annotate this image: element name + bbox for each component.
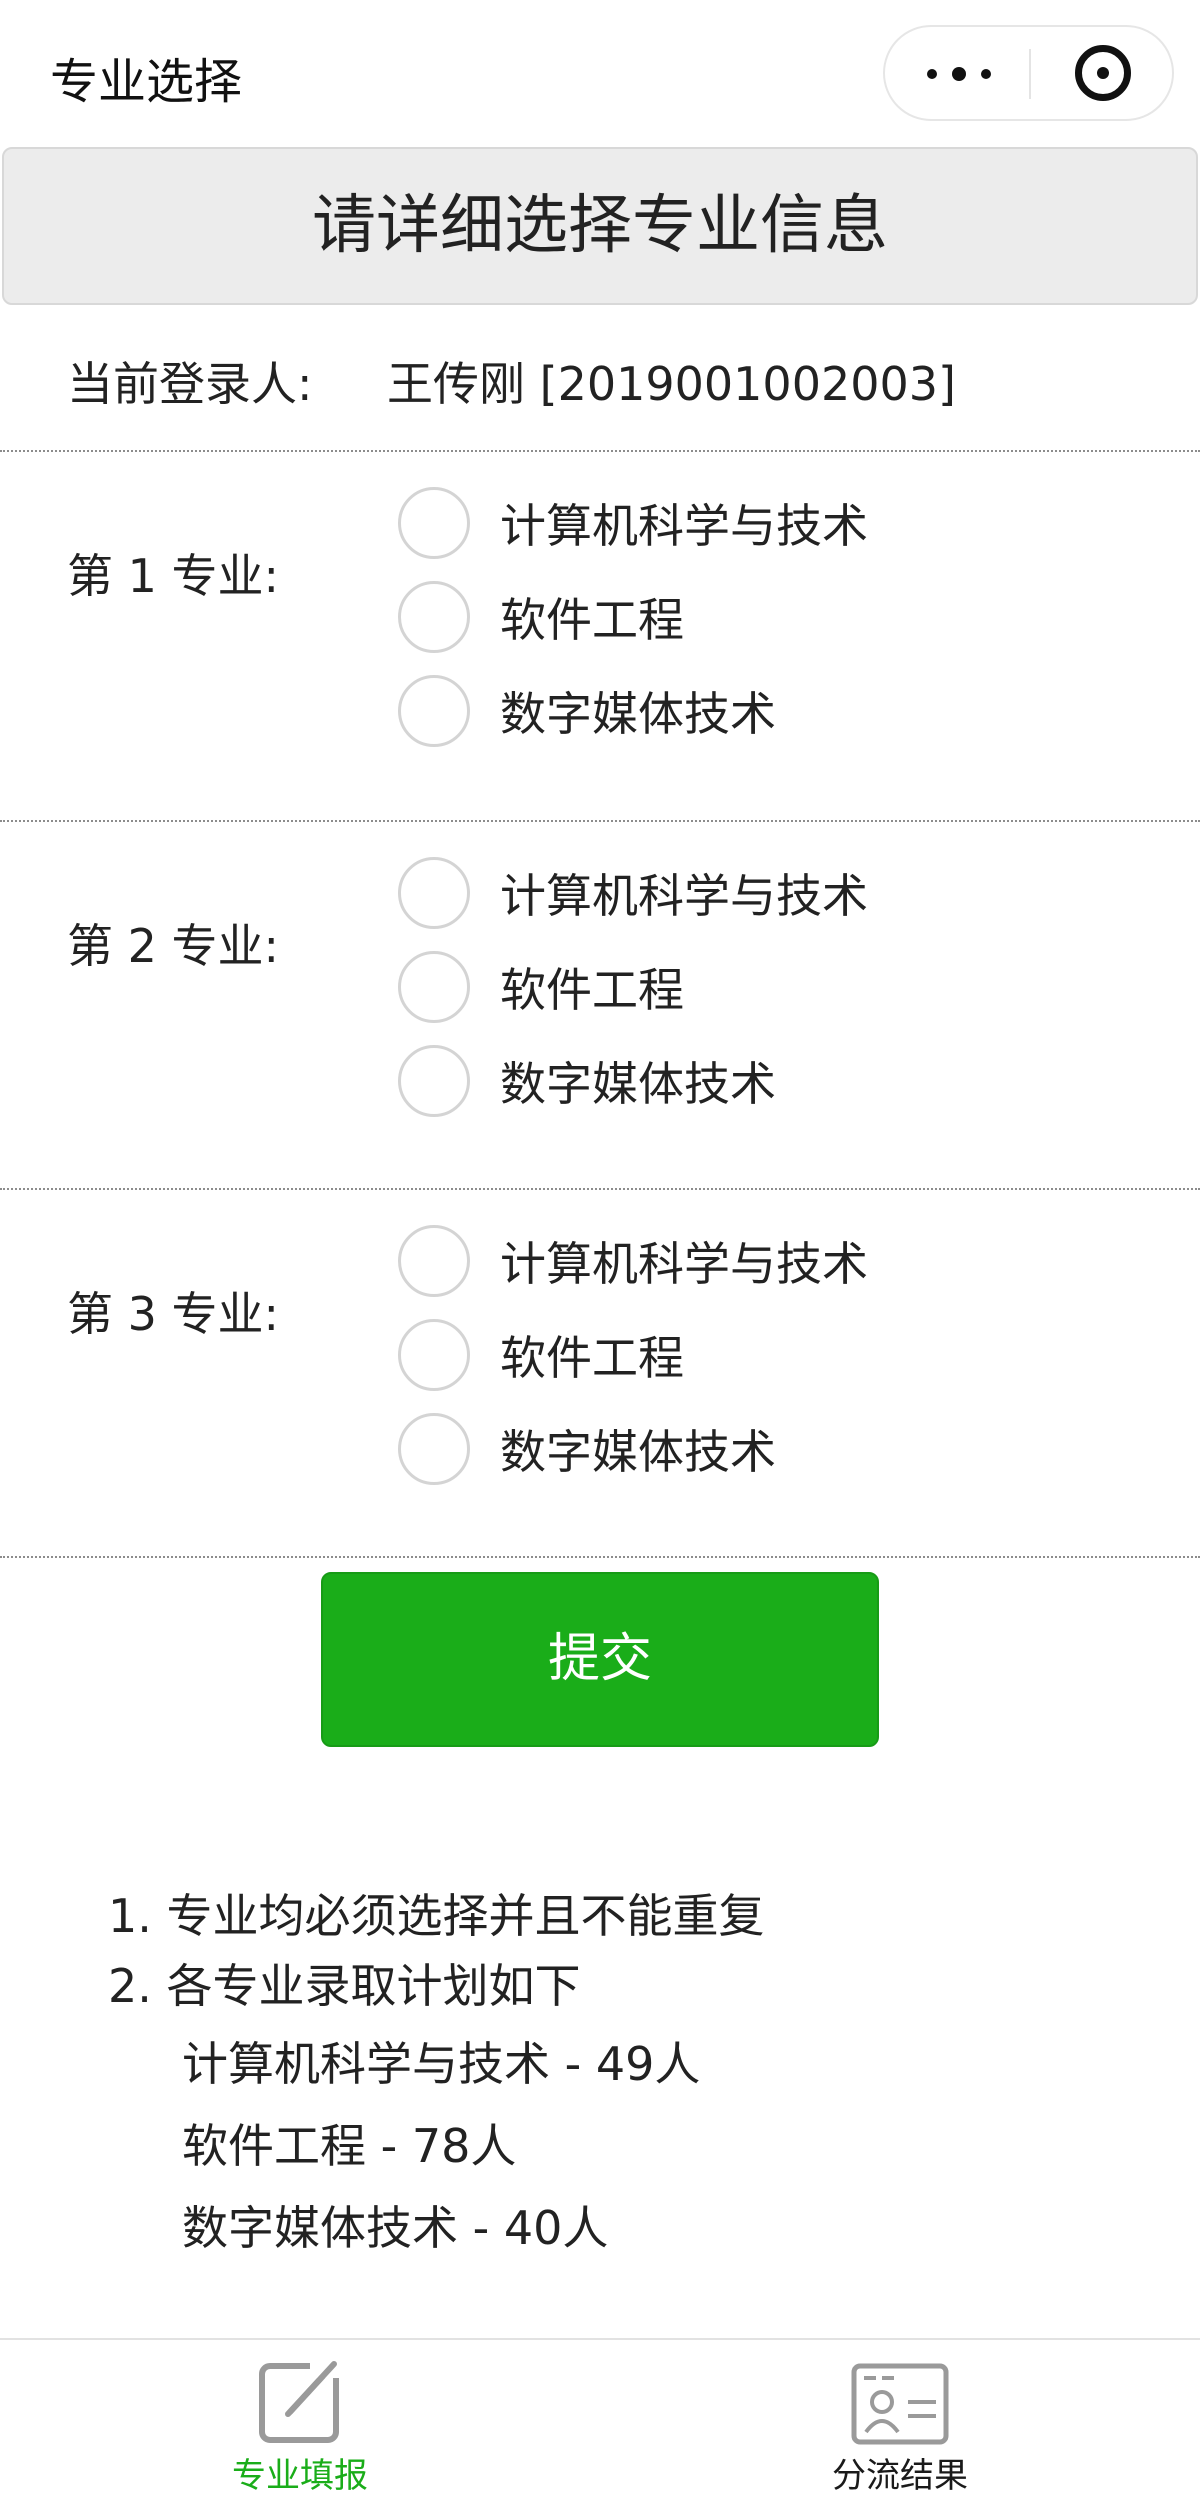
- option-computer-science[interactable]: 计算机科学与技术: [398, 852, 958, 932]
- quota-item: 数字媒体技术 - 40人: [182, 2201, 609, 2255]
- option-digital-media[interactable]: 数字媒体技术: [398, 1040, 958, 1120]
- option-label: 计算机科学与技术: [500, 499, 868, 553]
- note-rule: 1. 专业均必须选择并且不能重复: [108, 1889, 765, 1943]
- page: 专业选择 请详细选择专业信息 当前登录人: 王传刚 [2019001002003…: [0, 0, 1200, 2500]
- submit-button[interactable]: 提交: [321, 1572, 879, 1747]
- current-user-row: 当前登录人: 王传刚 [2019001002003]: [0, 310, 1200, 450]
- edit-icon: [259, 2358, 342, 2443]
- tab-label: 分流结果: [832, 2456, 968, 2496]
- radio-button[interactable]: [398, 581, 470, 653]
- radio-button[interactable]: [398, 487, 470, 559]
- radio-button[interactable]: [398, 1319, 470, 1391]
- radio-button[interactable]: [398, 1225, 470, 1297]
- option-label: 数字媒体技术: [500, 1057, 776, 1111]
- id-card-icon: [851, 2363, 949, 2445]
- tab-label: 专业填报: [232, 2456, 368, 2496]
- radio-button[interactable]: [398, 1045, 470, 1117]
- option-label: 软件工程: [500, 1331, 684, 1385]
- capsule-menu: [883, 25, 1174, 121]
- current-user-label: 当前登录人:: [67, 357, 313, 411]
- more-button[interactable]: [885, 27, 1030, 119]
- note-quota-heading: 2. 各专业录取计划如下: [108, 1959, 581, 2013]
- option-label: 数字媒体技术: [500, 1425, 776, 1479]
- option-software-engineering[interactable]: 软件工程: [398, 946, 958, 1026]
- option-software-engineering[interactable]: 软件工程: [398, 1314, 958, 1394]
- divider: [0, 1556, 1200, 1558]
- option-label: 软件工程: [500, 963, 684, 1017]
- option-computer-science[interactable]: 计算机科学与技术: [398, 1220, 958, 1300]
- radio-button[interactable]: [398, 857, 470, 929]
- radio-button[interactable]: [398, 675, 470, 747]
- major-choice-label: 第 1 专业:: [67, 549, 280, 603]
- option-software-engineering[interactable]: 软件工程: [398, 576, 958, 656]
- major-choice-label: 第 2 专业:: [67, 919, 280, 973]
- current-user-value: 王传刚 [2019001002003]: [387, 357, 956, 411]
- major-choice-3: 第 3 专业: 计算机科学与技术 软件工程 数字媒体技术: [0, 1190, 1200, 1558]
- radio-button[interactable]: [398, 1413, 470, 1485]
- tab-results[interactable]: 分流结果: [600, 2340, 1200, 2500]
- option-label: 计算机科学与技术: [500, 1237, 868, 1291]
- major-choice-1: 第 1 专业: 计算机科学与技术 软件工程 数字媒体技术: [0, 452, 1200, 820]
- quota-item: 计算机科学与技术 - 49人: [182, 2037, 701, 2091]
- radio-button[interactable]: [398, 951, 470, 1023]
- tab-major-apply[interactable]: 专业填报: [0, 2340, 600, 2500]
- header-banner: 请详细选择专业信息: [2, 147, 1198, 305]
- close-icon: [1075, 45, 1131, 101]
- option-computer-science[interactable]: 计算机科学与技术: [398, 482, 958, 562]
- close-button[interactable]: [1031, 27, 1174, 119]
- page-title: 专业选择: [50, 54, 243, 110]
- option-label: 计算机科学与技术: [500, 869, 868, 923]
- navigation-bar: 专业选择: [0, 0, 1200, 145]
- option-digital-media[interactable]: 数字媒体技术: [398, 1408, 958, 1488]
- banner-title: 请详细选择专业信息: [312, 189, 888, 263]
- major-choice-label: 第 3 专业:: [67, 1287, 280, 1341]
- major-choice-2: 第 2 专业: 计算机科学与技术 软件工程 数字媒体技术: [0, 822, 1200, 1190]
- quota-item: 软件工程 - 78人: [182, 2119, 517, 2173]
- option-label: 软件工程: [500, 593, 684, 647]
- option-digital-media[interactable]: 数字媒体技术: [398, 670, 958, 750]
- more-icon: [927, 67, 991, 81]
- tab-bar: 专业填报 分流结果: [0, 2338, 1200, 2500]
- option-label: 数字媒体技术: [500, 687, 776, 741]
